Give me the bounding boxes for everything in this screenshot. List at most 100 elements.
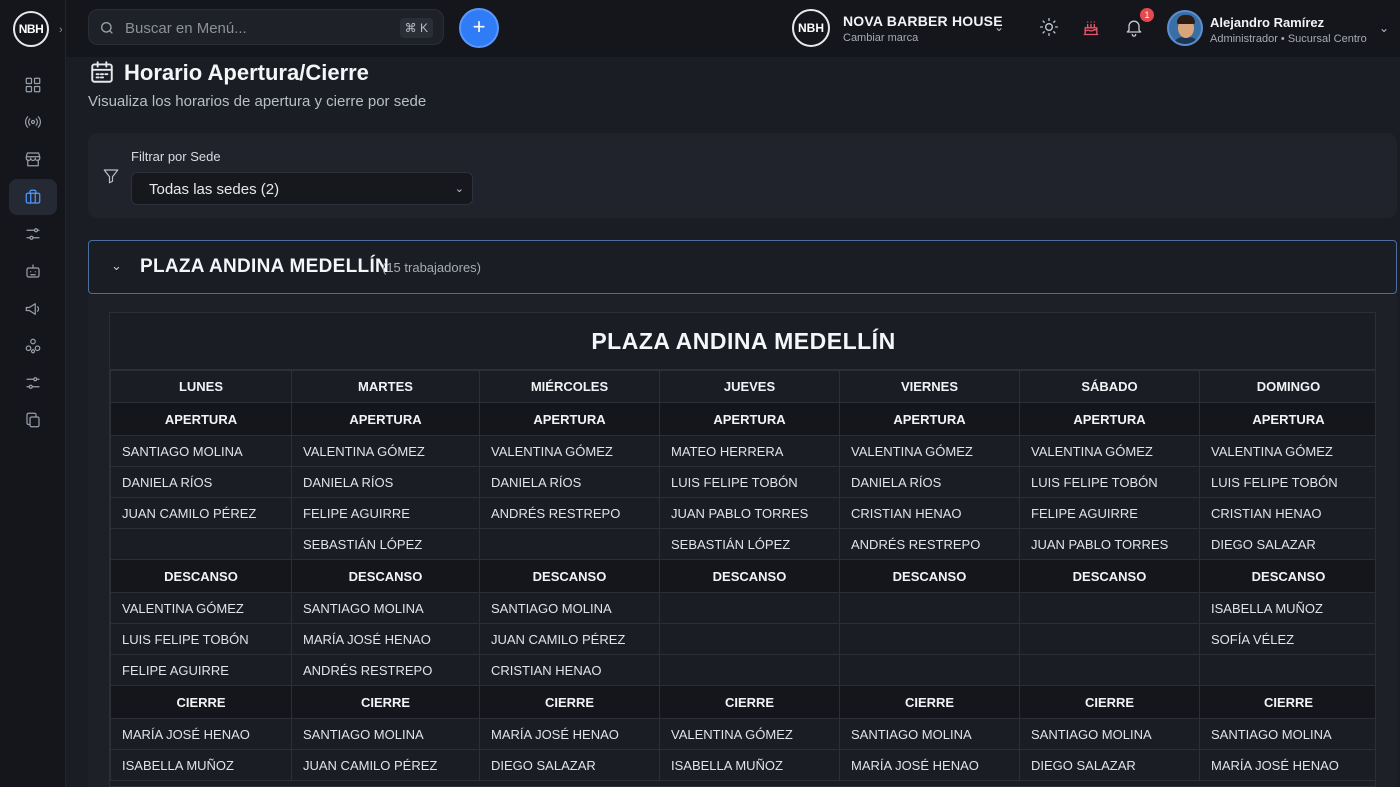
sede-accordion-header[interactable]: ⌄ PLAZA ANDINA MEDELLÍN (15 trabajadores…: [88, 240, 1397, 294]
worker-cell: FELIPE AGUIRRE: [110, 654, 292, 686]
worker-cell: [479, 528, 660, 560]
worker-cell: [1199, 654, 1375, 686]
theme-toggle-button[interactable]: [1039, 17, 1061, 39]
section-header-row: APERTURA APERTURA APERTURA APERTURA APERTURA…: [110, 402, 1375, 436]
search-shortcut: ⌘ K: [399, 18, 433, 38]
sidebar: NBH ›: [0, 0, 66, 787]
sede-select[interactable]: Todas las sedes (2) ⌄: [131, 172, 473, 205]
worker-cell: MARÍA JOSÉ HENAO: [291, 623, 480, 655]
user-name[interactable]: Alejandro Ramírez: [1210, 15, 1324, 30]
worker-cell: SANTIAGO MOLINA: [1019, 718, 1200, 750]
sidebar-item-filters[interactable]: [9, 216, 57, 252]
section-label: CIERRE: [1199, 685, 1375, 719]
table-row: MARÍA JOSÉ HENAO SANTIAGO MOLINA MARÍA JOS…: [110, 718, 1375, 750]
worker-cell: DANIELA RÍOS: [839, 466, 1020, 498]
sidebar-item-briefcase[interactable]: [9, 179, 57, 215]
worker-cell: LUIS FELIPE TOBÓN: [659, 466, 840, 498]
table-row: DANIELA RÍOS DANIELA RÍOS DANIELA RÍOS LUIS…: [110, 466, 1375, 498]
worker-cell: [839, 592, 1020, 624]
briefcase-icon: [25, 189, 41, 204]
worker-cell: DIEGO SALAZAR: [1199, 528, 1375, 560]
day-header: JUEVES: [659, 370, 840, 403]
section-label: APERTURA: [839, 402, 1020, 436]
brand-name[interactable]: NOVA BARBER HOUSE: [843, 13, 1003, 29]
sliders-icon: [26, 228, 40, 240]
worker-cell: SANTIAGO MOLINA: [110, 435, 292, 467]
worker-cell: [1019, 654, 1200, 686]
chevron-down-icon[interactable]: ⌄: [111, 258, 122, 274]
worker-cell: VALENTINA GÓMEZ: [110, 592, 292, 624]
sidebar-item-store[interactable]: [9, 141, 57, 177]
worker-cell: LUIS FELIPE TOBÓN: [1019, 466, 1200, 498]
worker-cell: CRISTIAN HENAO: [839, 497, 1020, 529]
worker-cell: ANDRÉS RESTREPO: [839, 528, 1020, 560]
section-label: CIERRE: [839, 685, 1020, 719]
worker-cell: SANTIAGO MOLINA: [291, 718, 480, 750]
filter-label: Filtrar por Sede: [131, 149, 221, 164]
sidebar-item-robot[interactable]: [9, 253, 57, 289]
chevron-down-icon[interactable]: ⌄: [994, 20, 1004, 34]
section-label: APERTURA: [1019, 402, 1200, 436]
worker-cell: MARÍA JOSÉ HENAO: [839, 749, 1020, 781]
worker-cell: [659, 623, 840, 655]
change-brand-link[interactable]: Cambiar marca: [843, 32, 918, 44]
worker-cell: LUIS FELIPE TOBÓN: [110, 623, 292, 655]
schedule-table: PLAZA ANDINA MEDELLÍN LUNES MARTES MIÉRCOL…: [109, 312, 1376, 787]
add-button[interactable]: +: [459, 8, 499, 48]
section-label: CIERRE: [110, 685, 292, 719]
section-header-row: DESCANSO DESCANSO DESCANSO DESCANSO DESCANSO…: [110, 559, 1375, 593]
section-label: DESCANSO: [1019, 559, 1200, 593]
sidebar-item-copy[interactable]: [9, 402, 57, 438]
worker-cell: DIEGO SALAZAR: [479, 749, 660, 781]
search-input[interactable]: Buscar en Menú...: [125, 20, 247, 37]
nbh-logo[interactable]: NBH: [13, 11, 49, 47]
worker-cell: [659, 592, 840, 624]
table-row: LUIS FELIPE TOBÓN MARÍA JOSÉ HENAO JUAN CA…: [110, 623, 1375, 655]
day-header-row: LUNES MARTES MIÉRCOLES JUEVES VIERNES SÁBADO D…: [110, 370, 1375, 403]
table-row: ISABELLA MUÑOZ JUAN CAMILO PÉREZ DIEGO SAL…: [110, 749, 1375, 781]
worker-cell: CRISTIAN HENAO: [479, 654, 660, 686]
bell-icon: [1126, 20, 1142, 37]
section-label: CIERRE: [1019, 685, 1200, 719]
worker-cell: [659, 654, 840, 686]
section-label: DESCANSO: [479, 559, 660, 593]
day-header: MARTES: [291, 370, 480, 403]
chevron-down-icon[interactable]: ⌄: [1379, 21, 1389, 35]
table-row: FELIPE AGUIRRE ANDRÉS RESTREPO CRISTIAN HE…: [110, 654, 1375, 686]
sidebar-item-network[interactable]: [9, 328, 57, 364]
sidebar-item-broadcast[interactable]: [9, 104, 57, 140]
sidebar-item-dashboard[interactable]: [9, 67, 57, 103]
sidebar-item-settings[interactable]: [9, 365, 57, 401]
table-row: SANTIAGO MOLINA VALENTINA GÓMEZ VALENTINA …: [110, 435, 1375, 467]
brand-logo[interactable]: NBH: [792, 9, 830, 47]
section-label: DESCANSO: [1199, 559, 1375, 593]
worker-cell: VALENTINA GÓMEZ: [1199, 435, 1375, 467]
sede-name: PLAZA ANDINA MEDELLÍN: [140, 256, 390, 277]
worker-cell: MARÍA JOSÉ HENAO: [110, 718, 292, 750]
section-label: CIERRE: [479, 685, 660, 719]
worker-cell: [110, 528, 292, 560]
store-icon: [25, 152, 41, 167]
worker-cell: MARÍA JOSÉ HENAO: [479, 718, 660, 750]
birthday-button[interactable]: [1081, 17, 1103, 39]
sidebar-item-campaigns[interactable]: [9, 291, 57, 327]
worker-cell: [1019, 592, 1200, 624]
section-label: APERTURA: [291, 402, 480, 436]
worker-cell: SANTIAGO MOLINA: [1199, 718, 1375, 750]
chevron-right-icon[interactable]: ›: [59, 24, 63, 36]
search-bar[interactable]: Buscar en Menú... ⌘ K: [88, 9, 444, 45]
dashboard-icon: [25, 77, 41, 93]
worker-cell: ISABELLA MUÑOZ: [659, 749, 840, 781]
avatar[interactable]: [1167, 10, 1203, 46]
worker-cell: SANTIAGO MOLINA: [839, 718, 1020, 750]
schedule-grid: LUNES MARTES MIÉRCOLES JUEVES VIERNES SÁBADO D…: [110, 370, 1375, 781]
table-row: SEBASTIÁN LÓPEZ SEBASTIÁN LÓPEZ ANDRÉS RES…: [110, 528, 1375, 560]
worker-cell: [839, 623, 1020, 655]
page-subtitle: Visualiza los horarios de apertura y cie…: [88, 93, 427, 110]
topbar: Buscar en Menú... ⌘ K + NBH NOVA BARBER …: [66, 0, 1400, 57]
worker-cell: MATEO HERRERA: [659, 435, 840, 467]
day-header: DOMINGO: [1199, 370, 1375, 403]
worker-cell: VALENTINA GÓMEZ: [479, 435, 660, 467]
filter-card: Filtrar por Sede Todas las sedes (2) ⌄: [88, 133, 1397, 218]
robot-icon: [26, 264, 40, 278]
